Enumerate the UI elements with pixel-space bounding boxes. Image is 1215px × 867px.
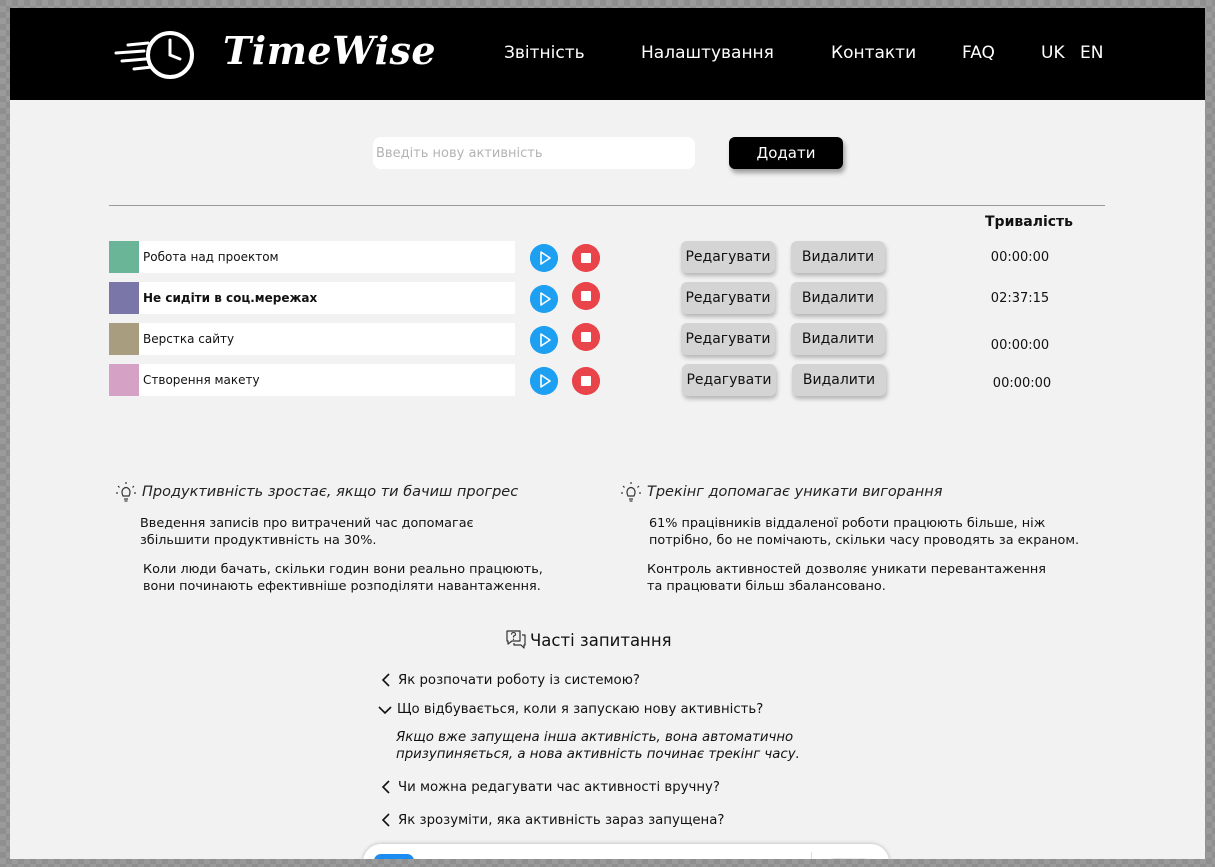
delete-button[interactable]: Видалити — [791, 241, 885, 273]
faq-title: Часті запитання — [530, 631, 672, 650]
tip-text: Коли люди бачать, скільки годин вони реа… — [143, 562, 543, 594]
tip-text: 61% працівників віддаленої роботи працюю… — [649, 516, 1080, 548]
faq-question[interactable]: Чи можна редагувати час активності вручн… — [380, 779, 720, 795]
activity-row: Не сидіти в соц.мережах Редагувати Видал… — [10, 282, 1205, 316]
faq-question-text: Як розпочати роботу із системою? — [398, 672, 640, 688]
new-activity-input[interactable] — [373, 137, 695, 169]
text-tool-icon[interactable] — [677, 858, 697, 859]
tip-text: Введення записів про витрачений час допо… — [140, 516, 474, 548]
edit-button[interactable]: Редагувати — [681, 282, 775, 314]
chevron-left-icon — [381, 673, 390, 687]
activity-duration: 00:00:00 — [990, 338, 1050, 353]
activity-color-swatch — [109, 282, 139, 314]
add-activity-button[interactable]: Додати — [729, 137, 843, 169]
header: TimeWise Звітність Налаштування Контакти… — [10, 8, 1205, 100]
lang-uk[interactable]: UK — [1041, 43, 1065, 63]
nav-reports[interactable]: Звітність — [504, 43, 585, 63]
edit-button[interactable]: Редагувати — [681, 241, 775, 273]
faq-question-text: Як зрозуміти, яка активність зараз запущ… — [398, 812, 725, 828]
lightbulb-icon — [621, 482, 641, 502]
faq-question-text: Чи можна редагувати час активності вручн… — [398, 779, 720, 795]
play-icon[interactable] — [530, 326, 558, 354]
question-chat-icon — [506, 630, 526, 649]
nav-contacts[interactable]: Контакти — [831, 43, 916, 63]
mode-toggle[interactable] — [823, 858, 875, 859]
activity-name[interactable]: Робота над проектом — [139, 241, 515, 273]
tip-title: Трекінг допомагає уникати вигорання — [647, 484, 943, 500]
faq-answer: Якщо вже запущена інша активність, вона … — [396, 730, 800, 762]
bottom-toolbar — [363, 844, 889, 859]
activity-name[interactable]: Створення макету — [139, 364, 515, 396]
clock-logo-icon — [114, 31, 194, 79]
tip-title: Продуктивність зростає, якщо ти бачиш пр… — [142, 484, 519, 500]
stop-icon[interactable] — [572, 244, 600, 272]
cursor-icon — [374, 854, 414, 859]
delete-button[interactable]: Видалити — [791, 282, 885, 314]
activity-name[interactable]: Не сидіти в соц.мережах — [139, 282, 515, 314]
faq-question-text: Що відбувається, коли я запускаю нову ак… — [397, 702, 764, 717]
activity-name[interactable]: Верстка сайту — [139, 323, 515, 355]
stop-icon[interactable] — [572, 367, 600, 395]
activity-duration: 00:00:00 — [992, 376, 1052, 391]
toolbar-separator — [811, 852, 812, 859]
stop-icon[interactable] — [572, 282, 600, 310]
delete-button[interactable]: Видалити — [792, 364, 886, 396]
faq-question[interactable]: Як зрозуміти, яка активність зараз запущ… — [380, 812, 724, 828]
app-logo-text[interactable]: TimeWise — [223, 28, 436, 73]
activity-duration: 02:37:15 — [990, 291, 1050, 306]
rectangle-tool-icon[interactable] — [535, 858, 555, 859]
activity-color-swatch — [109, 364, 139, 396]
divider — [109, 205, 1105, 206]
chevron-left-icon — [381, 813, 390, 827]
page-frame: TimeWise Звітність Налаштування Контакти… — [10, 8, 1205, 859]
duration-column-header: Тривалість — [985, 214, 1074, 230]
activity-duration: 00:00:00 — [990, 250, 1050, 265]
stop-icon[interactable] — [572, 323, 600, 351]
lang-en[interactable]: EN — [1080, 43, 1103, 63]
activity-color-swatch — [109, 241, 139, 273]
activity-row: Верстка сайту Редагувати Видалити 00:00:… — [10, 323, 1205, 357]
lightbulb-icon — [116, 482, 136, 502]
pen-tool-icon[interactable] — [603, 858, 623, 859]
frame-tool-icon[interactable] — [463, 858, 483, 859]
chevron-down-icon — [378, 705, 392, 714]
faq-question-expanded[interactable]: Що відбувається, коли я запускаю нову ак… — [377, 702, 763, 717]
chevron-left-icon — [381, 780, 390, 794]
faq-question[interactable]: Як розпочати роботу із системою? — [380, 672, 640, 688]
activity-row: Створення макету Редагувати Видалити 00:… — [10, 364, 1205, 398]
activity-color-swatch — [109, 323, 139, 355]
pointer-tool-button[interactable] — [374, 854, 414, 859]
play-icon[interactable] — [530, 244, 558, 272]
comment-tool-icon[interactable] — [729, 858, 749, 859]
tip-text: Контроль активностей дозволяє уникати пе… — [647, 562, 1046, 594]
edit-button[interactable]: Редагувати — [681, 323, 775, 355]
nav-settings[interactable]: Налаштування — [641, 43, 774, 63]
delete-button[interactable]: Видалити — [791, 323, 885, 355]
nav-faq[interactable]: FAQ — [962, 43, 995, 63]
play-icon[interactable] — [530, 367, 558, 395]
play-icon[interactable] — [530, 285, 558, 313]
components-tool-icon[interactable] — [777, 858, 797, 859]
edit-button[interactable]: Редагувати — [682, 364, 776, 396]
activity-row: Робота над проектом Редагувати Видалити … — [10, 241, 1205, 275]
